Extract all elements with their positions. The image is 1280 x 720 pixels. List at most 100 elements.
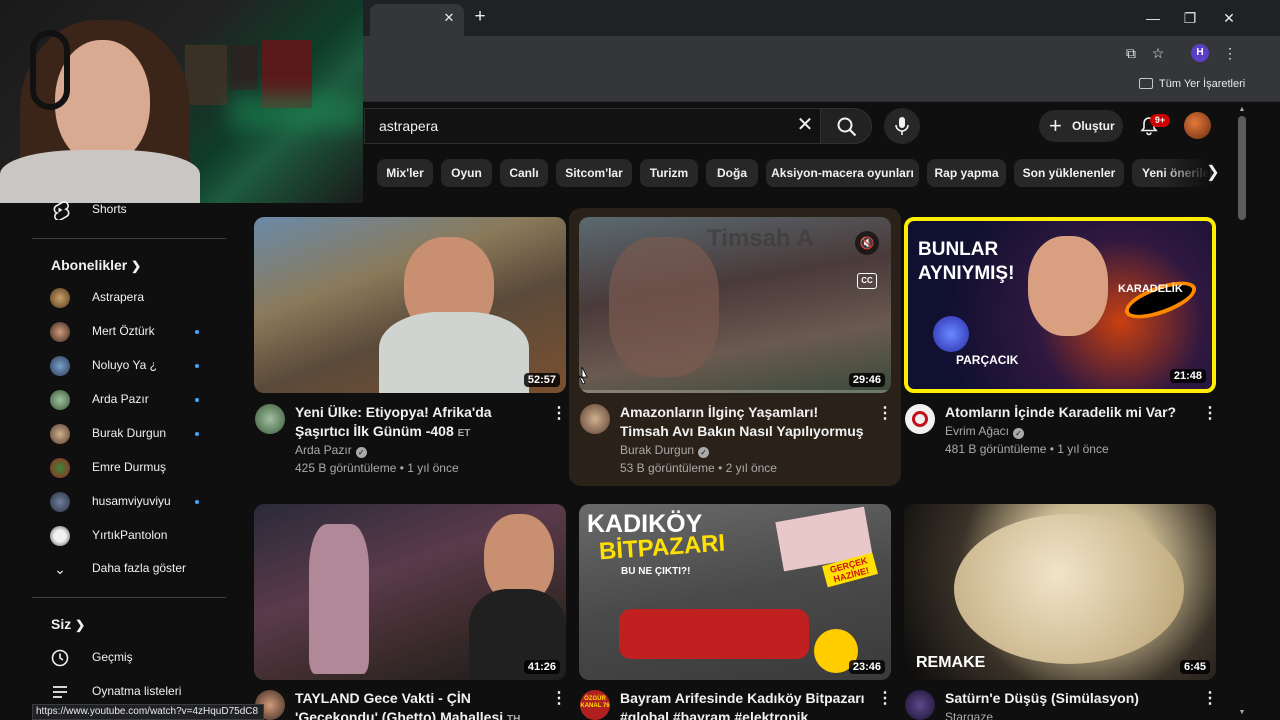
subscription-astrapera[interactable]: Astrapera bbox=[32, 281, 226, 315]
video-duration: 21:48 bbox=[1169, 369, 1206, 383]
video-title[interactable]: Amazonların İlginç Yaşamları! Timsah Avı… bbox=[620, 403, 870, 441]
video-title[interactable]: Atomların İçinde Karadelik mi Var? bbox=[945, 403, 1195, 422]
you-heading[interactable]: Siz ❯ bbox=[51, 616, 85, 632]
chip-mixes[interactable]: Mix'ler bbox=[377, 159, 433, 187]
video-title[interactable]: TAYLAND Gece Vakti - ÇİN 'Gecekondu' (Gh… bbox=[295, 689, 545, 720]
clear-search-icon[interactable]: ✕ bbox=[794, 114, 816, 136]
video-title[interactable]: Bayram Arifesinde Kadıköy Bitpazarı #glo… bbox=[620, 689, 870, 720]
shorts-icon bbox=[53, 201, 70, 220]
video-thumbnail[interactable]: 52:57 bbox=[254, 217, 566, 393]
channel-name[interactable]: Evrim Ağacı ✓ bbox=[945, 424, 1025, 439]
channel-avatar bbox=[50, 356, 70, 376]
video-duration: 52:57 bbox=[523, 373, 560, 387]
sidebar-item-shorts[interactable]: Shorts bbox=[32, 193, 226, 227]
channel-avatar bbox=[50, 458, 70, 478]
scroll-down-icon[interactable]: ▼ bbox=[1238, 709, 1246, 717]
chip-tourism[interactable]: Turizm bbox=[640, 159, 698, 187]
mouse-cursor-icon bbox=[578, 366, 588, 385]
subscription-noluyo-ya[interactable]: Noluyo Ya ¿ bbox=[32, 349, 226, 383]
chip-action-adventure[interactable]: Aksiyon-macera oyunları bbox=[766, 159, 919, 187]
notification-badge: 9+ bbox=[1150, 114, 1170, 127]
channel-name[interactable]: Arda Pazır ✓ bbox=[295, 443, 367, 458]
chip-live[interactable]: Canlı bbox=[500, 159, 548, 187]
show-more-button[interactable]: ⌄ Daha fazla göster bbox=[32, 552, 226, 586]
video-thumbnail[interactable]: KADIKÖY BİTPAZARI BU NE ÇIKTI?! GERÇEK H… bbox=[579, 504, 891, 680]
chip-gaming[interactable]: Oyun bbox=[441, 159, 492, 187]
video-title[interactable]: Yeni Ülke: Etiyopya! Afrika'da Şaşırtıcı… bbox=[295, 403, 545, 441]
scroll-up-icon[interactable]: ▲ bbox=[1238, 106, 1246, 114]
link-status-bar: https://www.youtube.com/watch?v=4zHquD75… bbox=[32, 704, 264, 720]
close-tab-icon[interactable]: ✕ bbox=[440, 9, 458, 27]
close-window-icon[interactable]: ✕ bbox=[1218, 8, 1240, 28]
minimize-icon[interactable]: — bbox=[1142, 8, 1164, 28]
video-meta: 53 B görüntüleme • 2 yıl önce bbox=[620, 461, 777, 475]
chip-rap[interactable]: Rap yapma bbox=[927, 159, 1006, 187]
more-options-icon[interactable]: ⋮ bbox=[551, 689, 567, 709]
new-content-dot bbox=[195, 330, 199, 334]
voice-search-button[interactable] bbox=[884, 108, 920, 144]
chevron-right-icon: ❯ bbox=[131, 259, 142, 273]
chevron-down-icon: ⌄ bbox=[54, 561, 66, 577]
chip-sitcoms[interactable]: Sitcom'lar bbox=[556, 159, 632, 187]
channel-name[interactable]: Stargaze bbox=[945, 710, 993, 720]
video-duration: 41:26 bbox=[523, 660, 560, 674]
preview-progress-bar[interactable] bbox=[579, 390, 891, 393]
more-options-icon[interactable]: ⋮ bbox=[877, 689, 893, 709]
chevron-right-icon[interactable]: ❯ bbox=[1204, 162, 1222, 184]
video-thumbnail[interactable]: 41:26 bbox=[254, 504, 566, 680]
all-bookmarks-link[interactable]: Tüm Yer İşaretleri bbox=[1159, 78, 1245, 90]
search-button[interactable] bbox=[820, 108, 872, 144]
chip-recently-uploaded[interactable]: Son yüklenenler bbox=[1014, 159, 1124, 187]
video-meta: 481 B görüntüleme • 1 yıl önce bbox=[945, 442, 1109, 456]
captions-icon[interactable]: CC bbox=[857, 273, 877, 289]
verified-icon: ✓ bbox=[698, 447, 710, 458]
channel-avatar[interactable] bbox=[580, 404, 610, 434]
new-content-dot bbox=[195, 398, 199, 402]
video-title[interactable]: Satürn'e Düşüş (Simülasyon) bbox=[945, 689, 1195, 708]
video-duration: 6:45 bbox=[1179, 660, 1210, 674]
channel-name[interactable]: Burak Durgun ✓ bbox=[620, 443, 710, 458]
sidebar-divider bbox=[32, 238, 226, 239]
restore-icon[interactable]: ❐ bbox=[1179, 8, 1201, 28]
more-options-icon[interactable]: ⋮ bbox=[1202, 689, 1218, 709]
chip-fade bbox=[1160, 155, 1210, 191]
channel-avatar[interactable] bbox=[255, 404, 285, 434]
sidebar-divider bbox=[32, 597, 226, 598]
page-scrollbar[interactable] bbox=[1238, 116, 1246, 220]
sidebar-item-label: Shorts bbox=[92, 202, 127, 216]
video-thumbnail[interactable]: REMAKE 6:45 bbox=[904, 504, 1216, 680]
user-avatar[interactable] bbox=[1184, 112, 1211, 139]
subscription-arda-pazir[interactable]: Arda Pazır bbox=[32, 383, 226, 417]
history-icon bbox=[51, 649, 69, 667]
video-meta: 425 B görüntüleme • 1 yıl önce bbox=[295, 461, 459, 475]
chevron-right-icon: ❯ bbox=[75, 618, 86, 632]
more-options-icon[interactable]: ⋮ bbox=[1202, 404, 1218, 424]
subscription-burak-durgun[interactable]: Burak Durgun bbox=[32, 417, 226, 451]
browser-profile-avatar[interactable]: H bbox=[1191, 44, 1209, 62]
bookmark-star-icon[interactable]: ☆ bbox=[1149, 44, 1167, 62]
subscription-emre-durmus[interactable]: Emre Durmuş bbox=[32, 451, 226, 485]
channel-avatar[interactable] bbox=[905, 690, 935, 720]
video-thumbnail[interactable]: Timsah A 🔇 CC 29:46 bbox=[579, 217, 891, 393]
search-input[interactable] bbox=[379, 117, 779, 135]
install-app-icon[interactable]: ⧉ bbox=[1122, 44, 1140, 62]
chip-nature[interactable]: Doğa bbox=[706, 159, 758, 187]
subscription-mert-ozturk[interactable]: Mert Öztürk bbox=[32, 315, 226, 349]
subscription-yirtikpantolon[interactable]: YırtıkPantolon bbox=[32, 519, 226, 553]
browser-menu-icon[interactable]: ⋮ bbox=[1221, 44, 1239, 62]
mute-icon[interactable]: 🔇 bbox=[855, 231, 879, 255]
channel-avatar[interactable] bbox=[905, 404, 935, 434]
subscriptions-heading[interactable]: Abonelikler ❯ bbox=[51, 257, 141, 273]
more-options-icon[interactable]: ⋮ bbox=[551, 404, 567, 424]
channel-avatar[interactable]: ÖZGÜR KANAL 76 bbox=[580, 690, 610, 720]
channel-avatar bbox=[50, 492, 70, 512]
new-tab-icon[interactable]: + bbox=[470, 7, 490, 27]
channel-avatar bbox=[50, 390, 70, 410]
microphone-icon bbox=[895, 117, 909, 135]
sidebar-item-history[interactable]: Geçmiş bbox=[32, 641, 226, 675]
more-options-icon[interactable]: ⋮ bbox=[877, 404, 893, 424]
video-thumbnail[interactable]: BUNLAR AYNIYMIŞ! KARADELİK PARÇACIK 21:4… bbox=[904, 217, 1216, 393]
verified-icon: ✓ bbox=[355, 447, 367, 458]
subscription-husamviyuviyu[interactable]: husamviyuviyu bbox=[32, 485, 226, 519]
create-button[interactable]: + Oluştur bbox=[1039, 110, 1123, 142]
